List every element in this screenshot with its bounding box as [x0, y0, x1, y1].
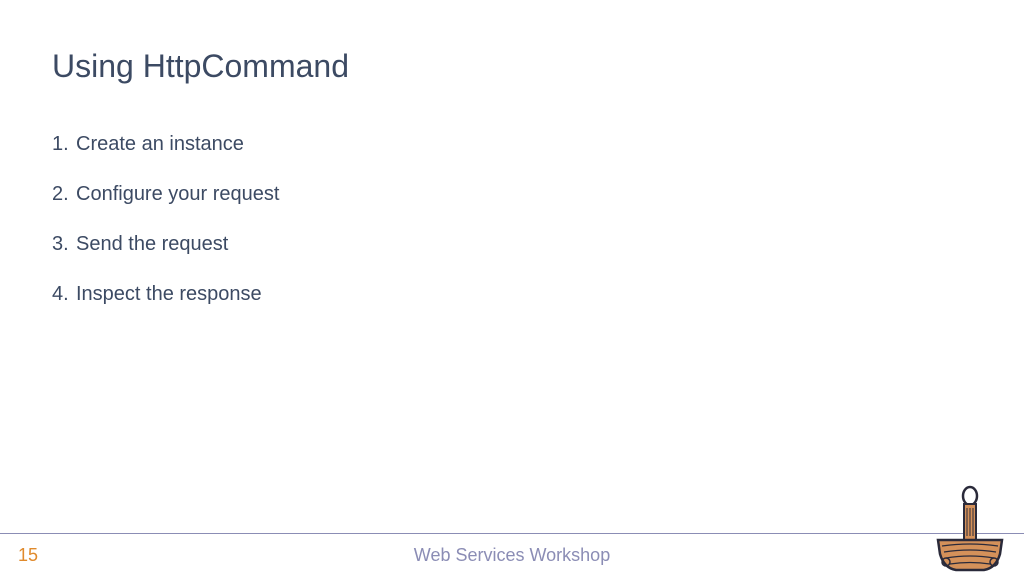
- numbered-list: 1. Create an instance 2. Configure your …: [52, 130, 279, 330]
- list-text: Configure your request: [76, 180, 279, 208]
- list-number: 1.: [52, 130, 76, 158]
- slide-title: Using HttpCommand: [52, 48, 349, 85]
- list-number: 2.: [52, 180, 76, 208]
- list-text: Create an instance: [76, 130, 244, 158]
- divider: [0, 533, 1024, 534]
- list-number: 3.: [52, 230, 76, 258]
- list-item: 2. Configure your request: [52, 180, 279, 208]
- footer-title: Web Services Workshop: [414, 545, 610, 566]
- hammer-logo-icon: [934, 484, 1006, 574]
- title-code: HttpCommand: [143, 48, 349, 84]
- list-item: 4. Inspect the response: [52, 280, 279, 308]
- list-number: 4.: [52, 280, 76, 308]
- list-item: 1. Create an instance: [52, 130, 279, 158]
- list-text: Send the request: [76, 230, 228, 258]
- list-item: 3. Send the request: [52, 230, 279, 258]
- page-number: 15: [18, 545, 38, 566]
- list-text: Inspect the response: [76, 280, 262, 308]
- title-prefix: Using: [52, 48, 143, 84]
